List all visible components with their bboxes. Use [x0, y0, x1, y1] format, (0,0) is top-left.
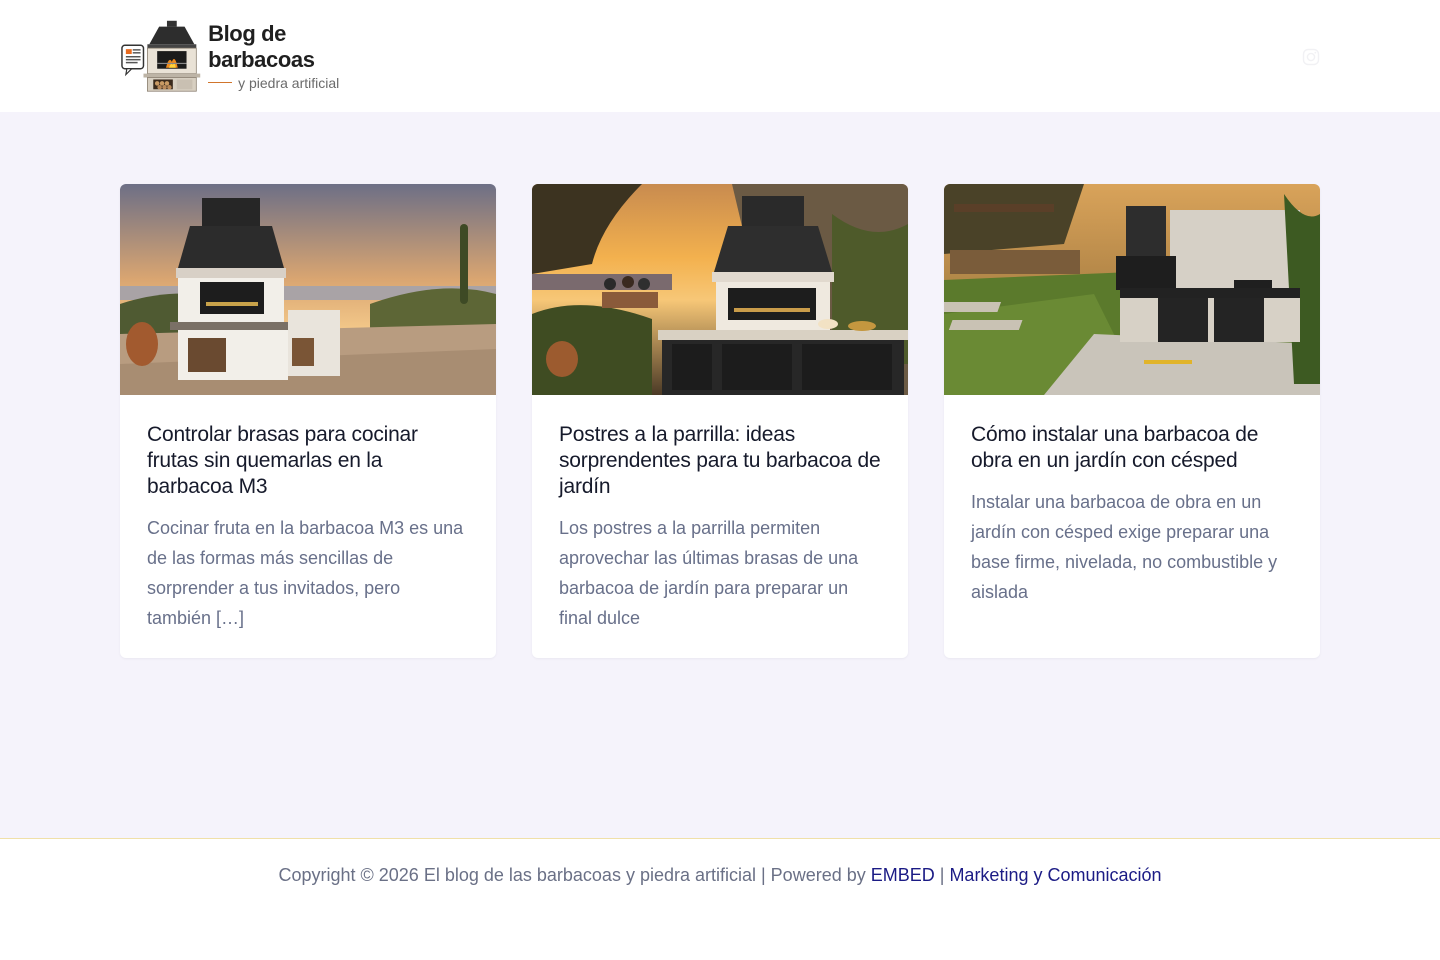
post-excerpt: Cocinar fruta en la barbacoa M3 es una d…: [147, 518, 464, 628]
post-excerpt: Instalar una barbacoa de obra en un jard…: [971, 492, 1278, 602]
footer-copyright: Copyright © 2026 El blog de las barbacoa…: [0, 863, 1440, 887]
site-logo[interactable]: Blog de barbacoas y piedra artificial: [120, 18, 394, 94]
post-card-body: Postres a la parrilla: ideas sorprendent…: [532, 395, 908, 633]
post-card: Controlar brasas para cocinar frutas sin…: [120, 184, 496, 658]
copyright-text: Copyright © 2026 El blog de las barbacoa…: [278, 865, 871, 885]
instagram-glyph: [1302, 48, 1320, 66]
post-title: Controlar brasas para cocinar frutas sin…: [147, 422, 469, 500]
instagram-icon[interactable]: [1302, 48, 1320, 66]
post-card: Postres a la parrilla: ideas sorprendent…: [532, 184, 908, 658]
posts-grid: Controlar brasas para cocinar frutas sin…: [120, 184, 1320, 658]
post-excerpt: Los postres a la parrilla permiten aprov…: [559, 518, 859, 628]
post-thumbnail-image: [120, 184, 496, 395]
post-title: Postres a la parrilla: ideas sorprendent…: [559, 422, 881, 500]
post-thumbnail-link[interactable]: [120, 184, 496, 395]
logo-title: Blog de barbacoas: [208, 20, 315, 72]
logo-dash: [208, 82, 233, 83]
post-thumbnail-link[interactable]: [532, 184, 908, 395]
post-thumbnail-link[interactable]: [944, 184, 1320, 395]
footer-separator: |: [934, 865, 950, 885]
post-card-body: Controlar brasas para cocinar frutas sin…: [120, 395, 496, 633]
site-header: Blog de barbacoas y piedra artificial: [0, 0, 1440, 112]
barbecue-logo-icon: [121, 20, 201, 92]
post-card: Cómo instalar una barbacoa de obra en un…: [944, 184, 1320, 658]
footer-link-marketing[interactable]: Marketing y Comunicación: [949, 865, 1161, 885]
post-card-body: Cómo instalar una barbacoa de obra en un…: [944, 395, 1320, 607]
site-footer: Copyright © 2026 El blog de las barbacoa…: [0, 838, 1440, 960]
post-title-link[interactable]: Controlar brasas para cocinar frutas sin…: [147, 423, 418, 498]
post-thumbnail-image: [532, 184, 908, 395]
post-title-link[interactable]: Cómo instalar una barbacoa de obra en un…: [971, 423, 1258, 472]
post-title-link[interactable]: Postres a la parrilla: ideas sorprendent…: [559, 423, 881, 498]
post-thumbnail-image: [944, 184, 1320, 395]
logo-text: Blog de barbacoas y piedra artificial: [208, 21, 394, 92]
logo-subtitle-row: y piedra artificial: [208, 74, 394, 92]
footer-link-embed[interactable]: EMBED: [871, 865, 935, 885]
post-title: Cómo instalar una barbacoa de obra en un…: [971, 422, 1293, 474]
logo-subtitle: y piedra artificial: [238, 74, 340, 91]
